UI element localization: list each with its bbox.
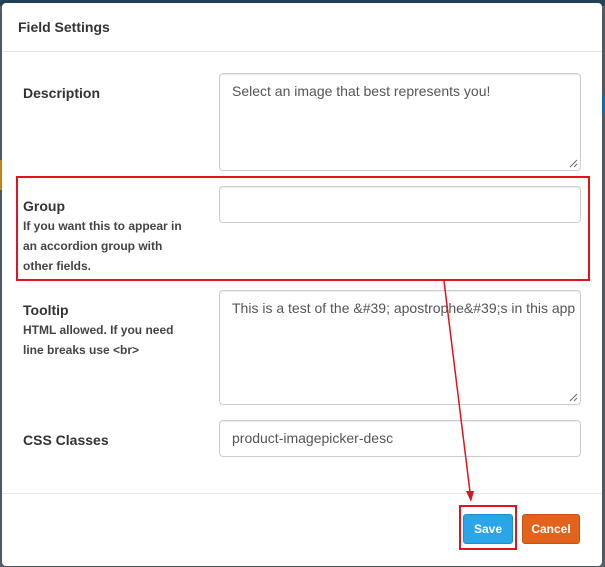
- description-textarea[interactable]: Select an image that best represents you…: [219, 73, 581, 171]
- modal-header: Field Settings: [2, 3, 602, 52]
- tooltip-value: This is a test of the &#39; apostrophe&#…: [232, 300, 576, 316]
- save-button[interactable]: Save: [463, 514, 513, 544]
- tooltip-textarea[interactable]: This is a test of the &#39; apostrophe&#…: [219, 290, 581, 405]
- tooltip-label: Tooltip: [23, 302, 69, 318]
- group-help-line-1: If you want this to appear in: [23, 219, 182, 233]
- modal-footer: Save Cancel: [2, 493, 602, 566]
- field-settings-modal: Field Settings Description Select an ima…: [2, 3, 602, 566]
- modal-title: Field Settings: [18, 19, 110, 35]
- tooltip-help-line-2: line breaks use <br>: [23, 343, 140, 357]
- resize-grip-icon[interactable]: [569, 159, 578, 168]
- css-classes-input[interactable]: product-imagepicker-desc: [219, 420, 581, 457]
- resize-grip-icon[interactable]: [569, 393, 578, 402]
- cancel-button[interactable]: Cancel: [522, 514, 580, 544]
- group-help-line-3: other fields.: [23, 259, 92, 273]
- description-value: Select an image that best represents you…: [232, 83, 491, 99]
- group-input[interactable]: [219, 186, 581, 223]
- css-classes-value: product-imagepicker-desc: [232, 430, 394, 446]
- group-help-line-2: an accordion group with: [23, 239, 163, 253]
- group-label: Group: [23, 198, 65, 214]
- css-classes-label: CSS Classes: [23, 432, 109, 448]
- description-label: Description: [23, 85, 101, 101]
- tooltip-help-line-1: HTML allowed. If you need: [23, 323, 174, 337]
